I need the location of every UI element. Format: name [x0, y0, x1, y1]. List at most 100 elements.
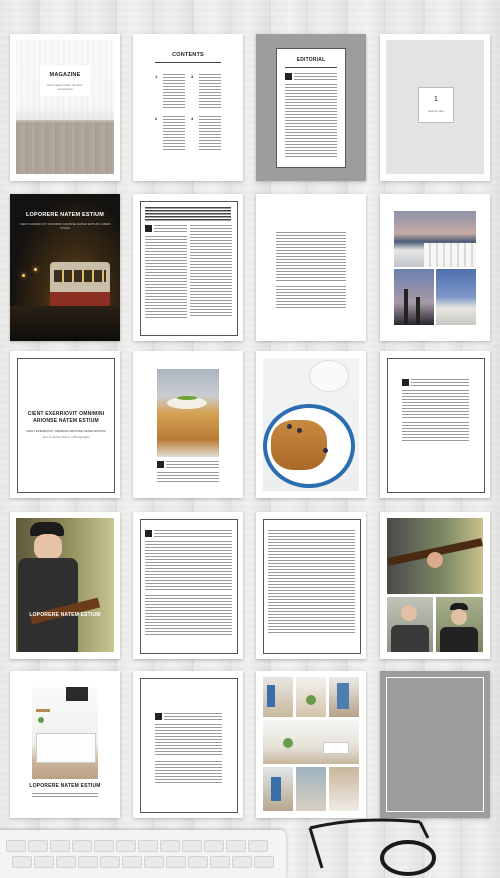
drop-cap [145, 530, 152, 537]
page-cover[interactable]: MAGAZINE lorem ipsum dolor sit amet cons… [10, 34, 120, 181]
article-frame [387, 358, 485, 493]
glasses-icon [308, 818, 436, 876]
kitchen-title: LOPORERE NATEM ESTIUM [29, 783, 101, 789]
contents-number: 1 [155, 74, 158, 79]
feature-frame: CIENT EXERRIOVIT OMNIMINI ARIONSE NATEM … [17, 358, 115, 493]
body-text [402, 390, 469, 418]
body-text [411, 379, 469, 388]
page-article-3[interactable] [380, 351, 490, 498]
pastry-photo [157, 369, 219, 457]
page-guitar[interactable]: LOPORERE NATEM ESTIUM [10, 512, 120, 659]
guitar-closeup-photo [387, 518, 483, 594]
page-article-6[interactable] [133, 671, 243, 818]
tram-title: LOPORERE NATEM ESTIUM [25, 212, 105, 218]
masthead-subtitle: lorem ipsum dolor sit amet consectetur [47, 83, 83, 91]
section-panel: 1 Section title [386, 40, 484, 174]
portrait-photo-2 [436, 597, 483, 652]
page-pancakes[interactable] [256, 351, 366, 498]
contents-rule [155, 62, 221, 63]
drop-cap [402, 379, 409, 386]
article-headline [145, 207, 231, 221]
page-santorini[interactable] [380, 194, 490, 341]
contents-number: 2 [155, 116, 158, 121]
masthead-box: MAGAZINE lorem ipsum dolor sit amet cons… [40, 66, 90, 96]
contents-list [163, 74, 185, 109]
interior-photo [296, 767, 326, 811]
body-text [154, 530, 232, 539]
body-text [276, 286, 346, 310]
body-text [32, 793, 98, 797]
body-text [166, 461, 219, 470]
page-feature[interactable]: CIENT EXERRIOVIT OMNIMINI ARIONSE NATEM … [10, 351, 120, 498]
room-photo [16, 40, 114, 174]
editorial-frame: EDITORIAL [276, 48, 346, 168]
body-text [268, 530, 355, 635]
page-article-1[interactable] [133, 194, 243, 341]
body-text [285, 84, 337, 159]
contents-list [163, 116, 185, 151]
portrait-photo-1 [387, 597, 433, 652]
body-text [402, 422, 469, 442]
body-text [164, 713, 222, 722]
tram-subtitle: CIENT EXERRIOVIT OMNIMINI ARIONSE NATEM … [19, 222, 111, 230]
page-article-5[interactable] [256, 512, 366, 659]
drop-cap [145, 225, 152, 232]
page-editorial[interactable]: EDITORIAL [256, 34, 366, 181]
page-article-4[interactable] [133, 512, 243, 659]
page-interior-collage[interactable] [256, 671, 366, 818]
back-cover-border [386, 677, 484, 812]
drop-cap [285, 73, 292, 80]
section-label: Section title [428, 109, 444, 113]
interior-photo [263, 677, 293, 717]
page-article-2[interactable] [256, 194, 366, 341]
kitchen-photo [32, 687, 98, 779]
interior-photo [263, 767, 293, 811]
guitar-title: LOPORERE NATEM ESTIUM [29, 612, 101, 618]
article-frame [140, 201, 238, 336]
article-frame [140, 678, 238, 813]
santorini-photo [394, 211, 476, 267]
article-frame [263, 519, 361, 654]
guitar-photo [16, 518, 114, 652]
page-kitchen[interactable]: LOPORERE NATEM ESTIUM [10, 671, 120, 818]
contents-title: CONTENTS [172, 52, 204, 58]
windmill-photo [394, 269, 434, 325]
feature-title: CIENT EXERRIOVIT OMNIMINI ARIONSE NATEM … [27, 411, 105, 424]
page-contents[interactable]: CONTENTS 1 3 2 4 [133, 34, 243, 181]
body-text [157, 472, 219, 482]
interior-wide-photo [263, 720, 359, 764]
interior-photo [329, 677, 359, 717]
body-text [190, 225, 232, 318]
body-text [294, 73, 337, 82]
article-frame [140, 519, 238, 654]
drop-cap [155, 713, 162, 720]
keyboard [0, 830, 286, 878]
masthead-title: MAGAZINE [49, 72, 81, 78]
drop-cap [157, 461, 164, 468]
feature-subtitle: CIENT EXERRIOVIT OMNIMINI ARIONSE NATEM … [26, 429, 106, 433]
body-text [145, 236, 187, 318]
feature-byline: Text by Author Name | Photography [42, 435, 90, 439]
page-guitar-collage[interactable] [380, 512, 490, 659]
body-text [155, 724, 222, 756]
page-section[interactable]: 1 Section title [380, 34, 490, 181]
page-back-cover[interactable] [380, 671, 490, 818]
contents-number: 3 [191, 74, 194, 79]
pancakes-photo [263, 358, 359, 491]
contents-number: 4 [191, 116, 194, 121]
interior-photo [329, 767, 359, 811]
section-number: 1 [433, 96, 439, 103]
interior-photo [296, 677, 326, 717]
body-text [276, 232, 346, 282]
village-photo [436, 269, 476, 325]
editorial-rule [285, 67, 337, 68]
contents-list [199, 74, 221, 109]
tram-shape [50, 262, 110, 306]
section-box: 1 Section title [418, 87, 454, 123]
body-text [145, 541, 232, 591]
body-text [155, 761, 222, 783]
contents-list [199, 116, 221, 151]
body-text [145, 595, 232, 635]
page-tram[interactable]: LOPORERE NATEM ESTIUM CIENT EXERRIOVIT O… [10, 194, 120, 341]
page-food-article[interactable] [133, 351, 243, 498]
